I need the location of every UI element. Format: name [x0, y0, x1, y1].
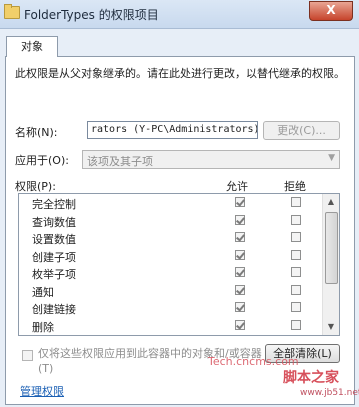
- folder-icon: [4, 4, 20, 19]
- permission-name: 创建链接: [32, 303, 76, 316]
- chevron-down-icon: ▼: [328, 153, 335, 163]
- permission-row: 枚举子项: [19, 264, 339, 282]
- allow-checkbox[interactable]: [235, 267, 245, 277]
- window-title: FolderTypes 的权限项目: [24, 8, 159, 22]
- permission-name: 删除: [32, 320, 54, 334]
- close-button[interactable]: X: [309, 1, 353, 21]
- apply-to-value: 该项及其子项: [87, 155, 153, 168]
- name-field[interactable]: rators (Y-PC\Administrators): [87, 121, 258, 139]
- title-bar: FolderTypes 的权限项目 X: [0, 0, 359, 29]
- deny-checkbox[interactable]: [291, 267, 301, 277]
- deny-checkbox[interactable]: [291, 249, 301, 260]
- permission-row: 创建子项: [19, 247, 339, 265]
- scroll-thumb[interactable]: [325, 212, 338, 284]
- tab-object[interactable]: 对象: [6, 36, 58, 57]
- scroll-up-icon[interactable]: ▲: [323, 194, 339, 210]
- permission-row: 通知: [19, 282, 339, 300]
- apply-to-label: 应用于(O):: [15, 154, 69, 167]
- deny-column-header: 拒绝: [284, 180, 306, 193]
- permission-name: 完全控制: [32, 198, 76, 211]
- deny-checkbox[interactable]: [291, 302, 301, 312]
- permission-name: 设置数值: [32, 233, 76, 246]
- permissions-list: 完全控制查询数值设置数值创建子项枚举子项通知创建链接删除 ▲ ▼: [18, 193, 340, 336]
- manage-permissions-link[interactable]: 管理权限: [20, 383, 64, 399]
- apply-only-checkbox[interactable]: [22, 350, 33, 361]
- permission-row: 完全控制: [19, 194, 339, 212]
- allow-column-header: 允许: [226, 180, 248, 193]
- deny-checkbox[interactable]: [291, 284, 301, 295]
- permission-name: 通知: [32, 285, 54, 299]
- permission-row: 查询数值: [19, 212, 339, 230]
- permission-row: 删除: [19, 317, 339, 335]
- allow-checkbox[interactable]: [235, 302, 245, 312]
- allow-checkbox[interactable]: [235, 197, 245, 207]
- name-label: 名称(N):: [15, 126, 58, 139]
- permission-name: 枚举子项: [32, 268, 76, 281]
- deny-checkbox[interactable]: [291, 319, 301, 330]
- apply-to-select[interactable]: 该项及其子项 ▼: [82, 150, 340, 169]
- deny-checkbox[interactable]: [291, 232, 301, 242]
- scroll-down-icon[interactable]: ▼: [323, 319, 339, 335]
- allow-checkbox[interactable]: [235, 284, 245, 295]
- allow-checkbox[interactable]: [235, 249, 245, 260]
- watermark-brand: 脚本之家: [283, 370, 339, 386]
- allow-checkbox[interactable]: [235, 214, 245, 225]
- allow-checkbox[interactable]: [235, 232, 245, 242]
- permission-row: 设置数值: [19, 229, 339, 247]
- deny-checkbox[interactable]: [291, 197, 301, 207]
- permission-name: 查询数值: [32, 215, 76, 229]
- deny-checkbox[interactable]: [291, 214, 301, 225]
- inheritance-description: 此权限是从父对象继承的。请在此处进行更改，以替代继承的权限。: [15, 67, 345, 80]
- permissions-label: 权限(P):: [15, 180, 56, 193]
- change-button[interactable]: 更改(C)...: [263, 121, 340, 140]
- permission-row: 创建链接: [19, 299, 339, 317]
- permission-name: 创建子项: [32, 250, 76, 264]
- permissions-scrollbar[interactable]: ▲ ▼: [322, 194, 339, 335]
- allow-checkbox[interactable]: [235, 319, 245, 330]
- watermark-url: www.jb51.net: [300, 388, 359, 398]
